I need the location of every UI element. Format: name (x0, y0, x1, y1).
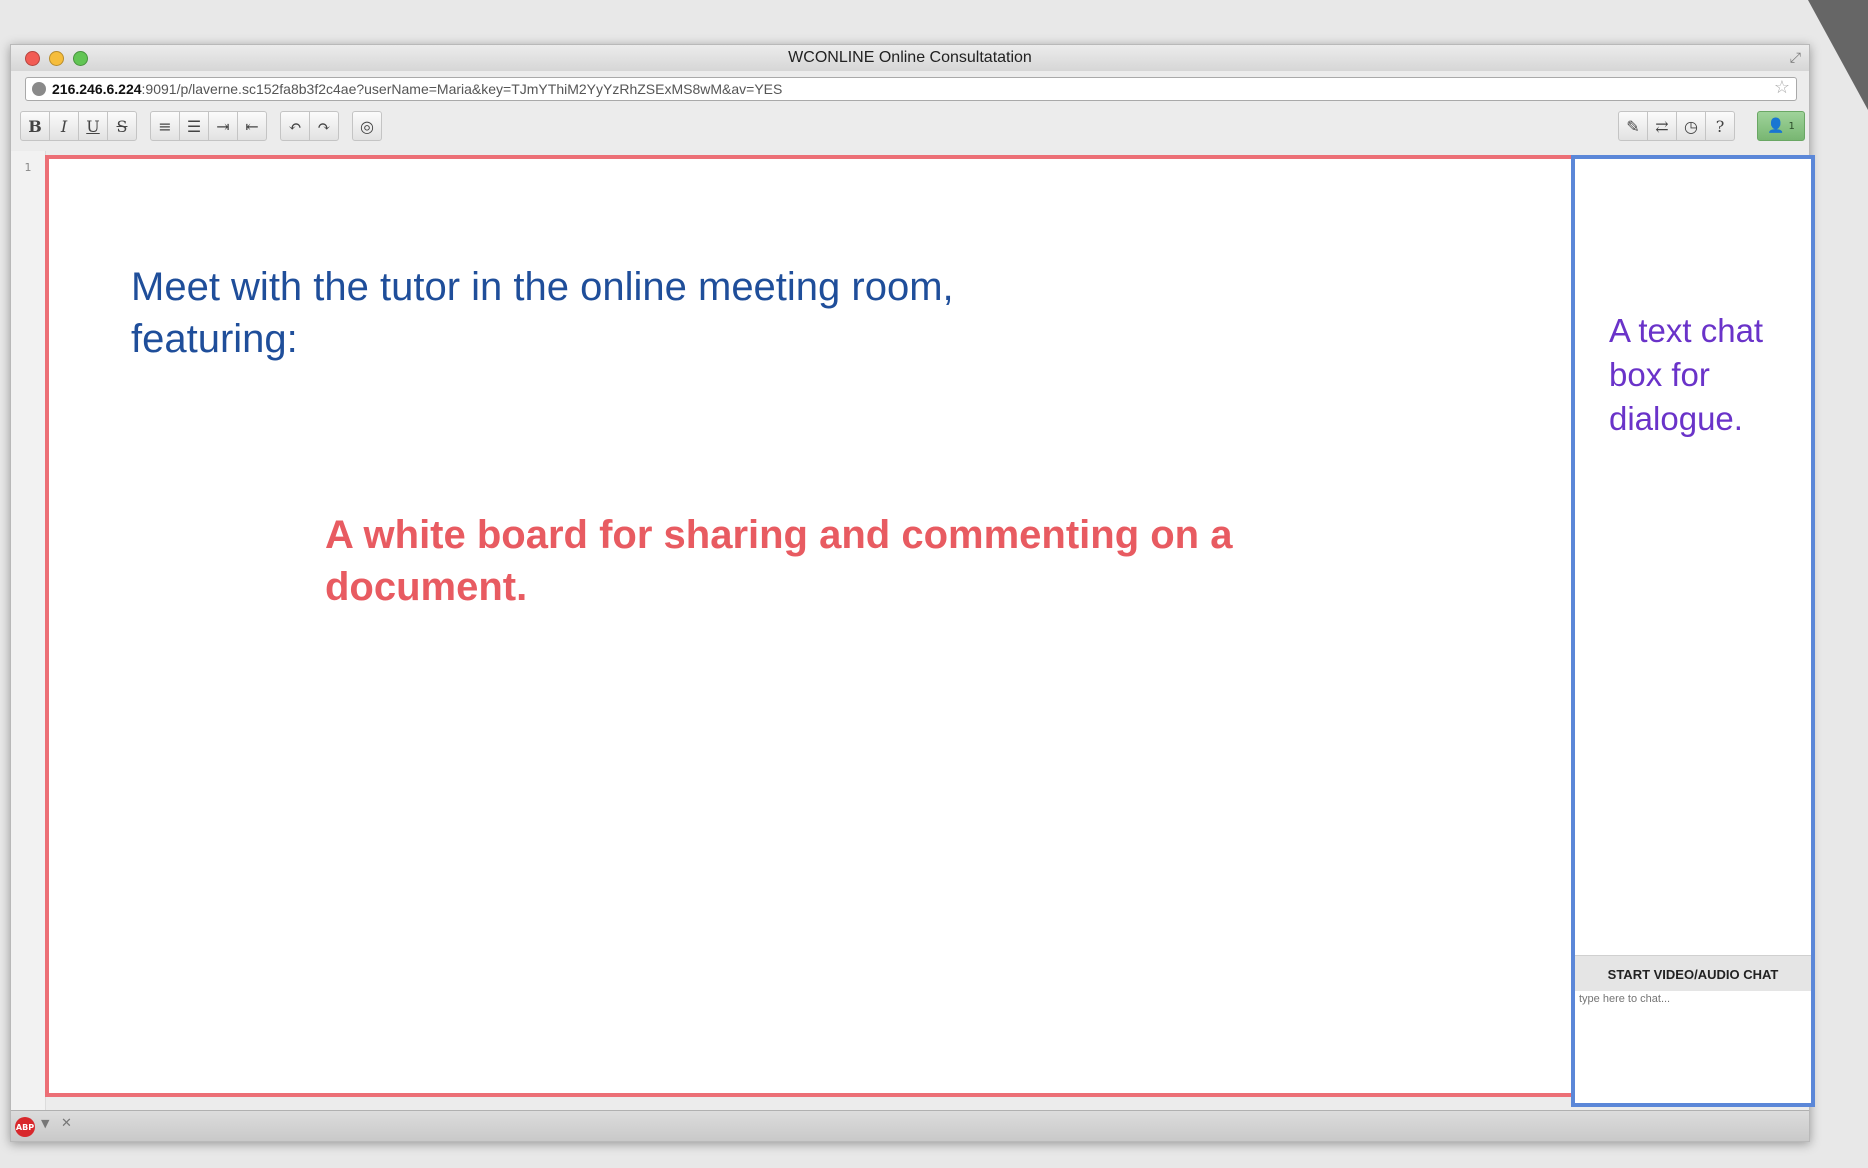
decorative-corner (1808, 0, 1868, 110)
window-title: WCONLINE Online Consultatation (788, 49, 1032, 66)
browser-window: WCONLINE Online Consultatation ⤢ 216.246… (10, 44, 1815, 1142)
unordered-list-button[interactable]: ☰ (179, 111, 209, 141)
user-icon: 👤 (1767, 118, 1785, 134)
status-bar: ABP ▼ ✕ (11, 1110, 1809, 1141)
user-count: 1 (1788, 120, 1795, 132)
line-number-gutter: 1 (11, 151, 46, 1111)
whiteboard-editor[interactable]: Meet with the tutor in the online meetin… (45, 155, 1599, 1097)
outdent-button[interactable]: ⇤ (237, 111, 267, 141)
globe-icon (32, 82, 46, 96)
editor-toolbar: B I U S ≡ ☰ ⇥ ⇤ ↶ ↷ ◎ ✎ ⇄ ◷ ? 👤 1 (15, 107, 1805, 145)
underline-button[interactable]: U (78, 111, 108, 141)
line-number: 1 (24, 161, 32, 174)
start-video-audio-chat-button[interactable]: START VIDEO/AUDIO CHAT (1575, 955, 1811, 993)
fullscreen-icon[interactable]: ⤢ (1790, 50, 1801, 66)
bookmark-star-icon[interactable]: ☆ (1774, 77, 1790, 98)
right-toolbar: ✎ ⇄ ◷ ? 👤 1 (1613, 111, 1805, 141)
bold-button[interactable]: B (20, 111, 50, 141)
help-icon[interactable]: ? (1705, 111, 1735, 141)
meeting-room-heading: Meet with the tutor in the online meetin… (131, 265, 954, 361)
chat-input[interactable] (1575, 991, 1811, 1103)
pencil-icon[interactable]: ✎ (1618, 111, 1648, 141)
format-group: B I U S (20, 111, 137, 141)
timeslider-clock-icon[interactable]: ◷ (1676, 111, 1706, 141)
indent-button[interactable]: ⇥ (208, 111, 238, 141)
chat-annotation: A text chat box for dialogue. (1609, 312, 1764, 437)
list-group: ≡ ☰ ⇥ ⇤ (150, 111, 267, 141)
close-icon[interactable]: ✕ (61, 1116, 72, 1131)
undo-button[interactable]: ↶ (280, 111, 310, 141)
url-path: :9091/p/laverne.sc152fa8b3f2c4ae?userNam… (141, 81, 783, 97)
author-color-button[interactable]: ◎ (352, 111, 382, 141)
url-host: 216.246.6.224 (52, 81, 142, 97)
italic-button[interactable]: I (49, 111, 79, 141)
pad-tools-group: ✎ ⇄ ◷ ? (1618, 111, 1735, 141)
ordered-list-button[interactable]: ≡ (150, 111, 180, 141)
title-bar: WCONLINE Online Consultatation ⤢ (11, 45, 1809, 71)
chevron-down-icon[interactable]: ▼ (41, 1117, 49, 1130)
address-bar[interactable]: 216.246.6.224 :9091/p/laverne.sc152fa8b3… (25, 77, 1797, 101)
color-group: ◎ (352, 111, 382, 141)
import-export-icon[interactable]: ⇄ (1647, 111, 1677, 141)
redo-button[interactable]: ↷ (309, 111, 339, 141)
users-button[interactable]: 👤 1 (1757, 111, 1805, 141)
chat-panel: A text chat box for dialogue. START VIDE… (1571, 155, 1815, 1107)
whiteboard-annotation: A white board for sharing and commenting… (325, 513, 1233, 609)
adblock-icon[interactable]: ABP (15, 1117, 35, 1137)
strikethrough-button[interactable]: S (107, 111, 137, 141)
history-group: ↶ ↷ (280, 111, 339, 141)
